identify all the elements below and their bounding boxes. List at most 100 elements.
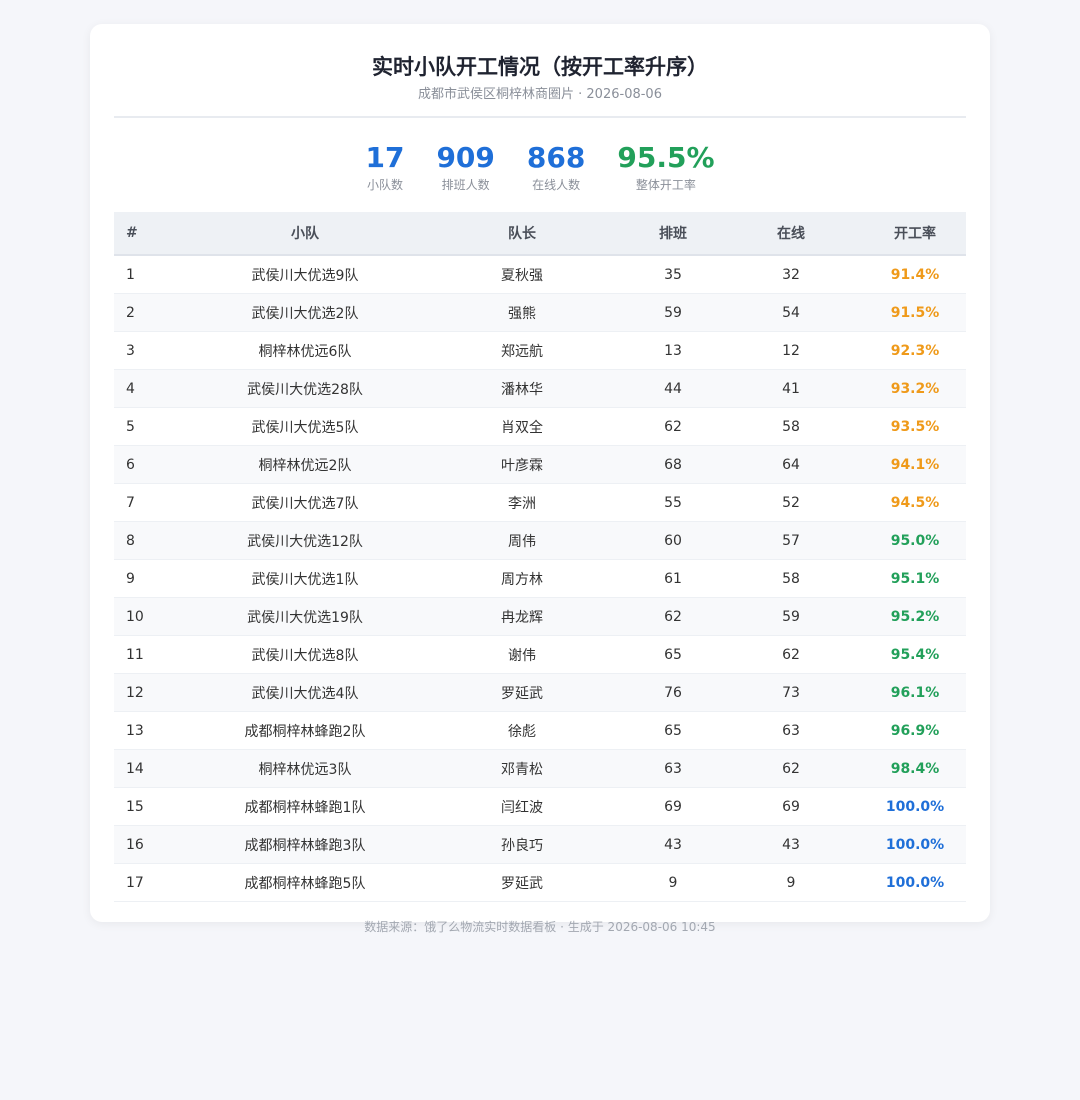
cell-leader: 罗延武 bbox=[416, 673, 628, 712]
column-header-index: # bbox=[114, 212, 194, 256]
cell-team: 武侯川大优选1队 bbox=[194, 559, 416, 598]
cell-rate: 100.0% bbox=[864, 787, 966, 826]
cell-online: 63 bbox=[718, 711, 864, 750]
cell-index: 12 bbox=[114, 673, 194, 712]
table-row: 17 成都桐梓林蜂跑5队 罗延武 9 9 100.0% bbox=[114, 863, 966, 902]
cell-scheduled: 62 bbox=[628, 597, 718, 636]
cell-index: 17 bbox=[114, 863, 194, 902]
cell-online: 69 bbox=[718, 787, 864, 826]
stat-overall-rate: 95.5% 整体开工率 bbox=[617, 142, 714, 194]
cell-scheduled: 65 bbox=[628, 711, 718, 750]
cell-leader: 肖双全 bbox=[416, 407, 628, 446]
cell-online: 73 bbox=[718, 673, 864, 712]
cell-scheduled: 76 bbox=[628, 673, 718, 712]
cell-scheduled: 63 bbox=[628, 749, 718, 788]
cell-online: 43 bbox=[718, 825, 864, 864]
cell-index: 7 bbox=[114, 483, 194, 522]
cell-scheduled: 62 bbox=[628, 407, 718, 446]
cell-scheduled: 44 bbox=[628, 369, 718, 408]
cell-index: 2 bbox=[114, 293, 194, 332]
cell-leader: 邓青松 bbox=[416, 749, 628, 788]
cell-leader: 闫红波 bbox=[416, 787, 628, 826]
cell-scheduled: 68 bbox=[628, 445, 718, 484]
cell-rate: 94.5% bbox=[864, 483, 966, 522]
page-title: 实时小队开工情况（按开工率升序） bbox=[372, 55, 708, 79]
cell-team: 桐梓林优远3队 bbox=[194, 749, 416, 788]
cell-team: 成都桐梓林蜂跑1队 bbox=[194, 787, 416, 826]
stat-value: 909 bbox=[436, 141, 495, 174]
cell-online: 32 bbox=[718, 255, 864, 294]
cell-scheduled: 60 bbox=[628, 521, 718, 560]
stat-label: 整体开工率 bbox=[635, 178, 696, 192]
page-subtitle: 成都市武侯区桐梓林商圈片 · 2026-08-06 bbox=[418, 87, 662, 102]
cell-rate: 95.2% bbox=[864, 597, 966, 636]
cell-leader: 李洲 bbox=[416, 483, 628, 522]
table-row: 14 桐梓林优远3队 邓青松 63 62 98.4% bbox=[114, 749, 966, 788]
cell-online: 9 bbox=[718, 863, 864, 902]
cell-team: 武侯川大优选7队 bbox=[194, 483, 416, 522]
cell-index: 15 bbox=[114, 787, 194, 826]
table-body: 1 武侯川大优选9队 夏秋强 35 32 91.4% 2 武侯川大优选2队 强熊 59 54 91.5… bbox=[114, 255, 966, 902]
table-row: 7 武侯川大优选7队 李洲 55 52 94.5% bbox=[114, 483, 966, 522]
cell-online: 59 bbox=[718, 597, 864, 636]
cell-leader: 强熊 bbox=[416, 293, 628, 332]
table-row: 9 武侯川大优选1队 周方林 61 58 95.1% bbox=[114, 559, 966, 598]
cell-team: 武侯川大优选2队 bbox=[194, 293, 416, 332]
column-header-leader: 队长 bbox=[416, 212, 628, 256]
cell-team: 桐梓林优远6队 bbox=[194, 331, 416, 370]
stat-label: 排班人数 bbox=[441, 178, 490, 192]
cell-rate: 95.4% bbox=[864, 635, 966, 674]
stat-online-count: 868 在线人数 bbox=[527, 142, 585, 194]
column-header-scheduled: 排班 bbox=[628, 212, 718, 256]
cell-online: 64 bbox=[718, 445, 864, 484]
cell-scheduled: 9 bbox=[628, 863, 718, 902]
table-row: 6 桐梓林优远2队 叶彦霖 68 64 94.1% bbox=[114, 445, 966, 484]
cell-scheduled: 69 bbox=[628, 787, 718, 826]
header-divider bbox=[114, 116, 966, 118]
table-row: 12 武侯川大优选4队 罗延武 76 73 96.1% bbox=[114, 673, 966, 712]
column-header-team: 小队 bbox=[194, 212, 416, 256]
stat-value: 95.5% bbox=[617, 141, 715, 174]
cell-team: 武侯川大优选4队 bbox=[194, 673, 416, 712]
cell-online: 54 bbox=[718, 293, 864, 332]
cell-rate: 93.5% bbox=[864, 407, 966, 446]
cell-team: 成都桐梓林蜂跑2队 bbox=[194, 711, 416, 750]
cell-online: 58 bbox=[718, 559, 864, 598]
stat-team-count: 17 小队数 bbox=[365, 142, 404, 194]
cell-scheduled: 61 bbox=[628, 559, 718, 598]
stat-scheduled-count: 909 排班人数 bbox=[436, 142, 494, 194]
cell-index: 5 bbox=[114, 407, 194, 446]
table-row: 16 成都桐梓林蜂跑3队 孙良巧 43 43 100.0% bbox=[114, 825, 966, 864]
cell-scheduled: 59 bbox=[628, 293, 718, 332]
cell-index: 9 bbox=[114, 559, 194, 598]
table-row: 15 成都桐梓林蜂跑1队 闫红波 69 69 100.0% bbox=[114, 787, 966, 826]
table-row: 5 武侯川大优选5队 肖双全 62 58 93.5% bbox=[114, 407, 966, 446]
table-row: 2 武侯川大优选2队 强熊 59 54 91.5% bbox=[114, 293, 966, 332]
cell-index: 11 bbox=[114, 635, 194, 674]
cell-online: 58 bbox=[718, 407, 864, 446]
cell-rate: 91.4% bbox=[864, 255, 966, 294]
cell-index: 3 bbox=[114, 331, 194, 370]
cell-leader: 冉龙辉 bbox=[416, 597, 628, 636]
team-table: # 小队 队长 排班 在线 开工率 1 武侯川大优选9队 夏秋强 35 32 91.4% 2… bbox=[114, 212, 966, 902]
cell-rate: 93.2% bbox=[864, 369, 966, 408]
cell-online: 62 bbox=[718, 749, 864, 788]
cell-leader: 潘林华 bbox=[416, 369, 628, 408]
cell-scheduled: 55 bbox=[628, 483, 718, 522]
column-header-rate: 开工率 bbox=[864, 212, 966, 256]
cell-index: 16 bbox=[114, 825, 194, 864]
cell-rate: 94.1% bbox=[864, 445, 966, 484]
cell-scheduled: 35 bbox=[628, 255, 718, 294]
cell-rate: 96.1% bbox=[864, 673, 966, 712]
cell-online: 12 bbox=[718, 331, 864, 370]
cell-rate: 100.0% bbox=[864, 863, 966, 902]
column-header-online: 在线 bbox=[718, 212, 864, 256]
cell-scheduled: 65 bbox=[628, 635, 718, 674]
cell-scheduled: 43 bbox=[628, 825, 718, 864]
cell-online: 62 bbox=[718, 635, 864, 674]
cell-rate: 91.5% bbox=[864, 293, 966, 332]
cell-index: 8 bbox=[114, 521, 194, 560]
cell-leader: 徐彪 bbox=[416, 711, 628, 750]
cell-scheduled: 13 bbox=[628, 331, 718, 370]
cell-leader: 夏秋强 bbox=[416, 255, 628, 294]
